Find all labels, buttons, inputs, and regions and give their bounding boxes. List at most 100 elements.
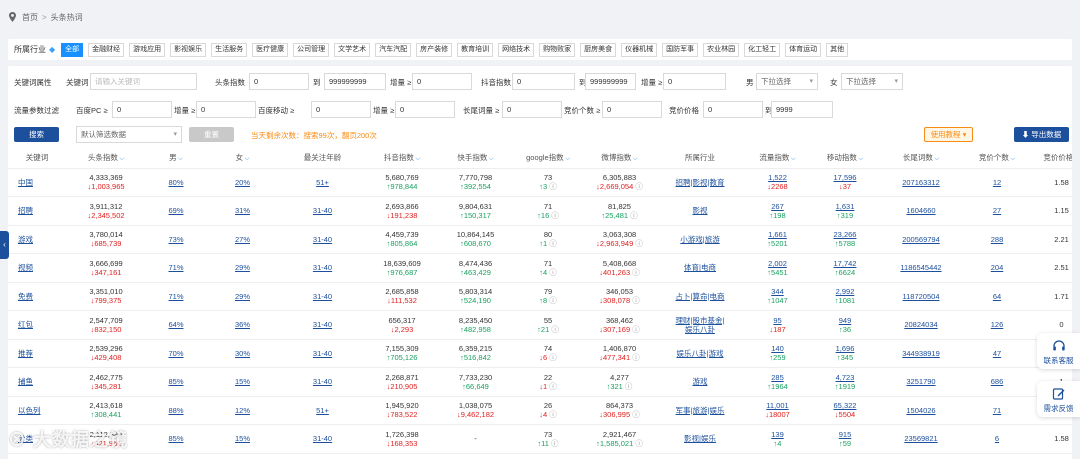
industry-tag[interactable]: 金融财经 [88, 42, 125, 57]
male-link[interactable]: 64% [168, 320, 183, 329]
mobile-link[interactable]: 23,266 [811, 230, 879, 239]
longtail-link[interactable]: 1604660 [906, 206, 935, 215]
toutiao-max-input[interactable]: 999999999 [324, 73, 386, 90]
female-link[interactable]: 36% [235, 320, 250, 329]
keyword-link[interactable]: 捕鱼 [18, 377, 33, 386]
female-link[interactable]: 15% [235, 377, 250, 386]
longtail-link[interactable]: 1504026 [906, 406, 935, 415]
bid-count-link[interactable]: 204 [991, 263, 1004, 272]
reset-button[interactable]: 重置 [189, 127, 234, 142]
mobile-link[interactable]: 4,723 [811, 373, 879, 382]
longtail-link[interactable]: 118720504 [903, 292, 940, 301]
male-link[interactable]: 69% [168, 206, 183, 215]
traffic-link[interactable]: 95 [744, 316, 811, 325]
keyword-link[interactable]: 免费 [18, 292, 33, 301]
age-link[interactable]: 31-40 [313, 377, 332, 386]
bid-count-link[interactable]: 288 [991, 235, 1004, 244]
industry-tag[interactable]: 网络技术 [498, 42, 535, 57]
keyword-input[interactable]: 请输入关键词 [90, 73, 197, 90]
industry-tag[interactable]: 生活服务 [211, 42, 248, 57]
bid-price-min-input[interactable]: 0 [703, 101, 763, 118]
male-link[interactable]: 85% [168, 434, 183, 443]
age-link[interactable]: 31-40 [313, 263, 332, 272]
industry-tag[interactable]: 医疗健康 [252, 42, 289, 57]
mobile-link[interactable]: 65,322 [811, 401, 879, 410]
longtail-link[interactable]: 20824034 [904, 320, 937, 329]
industry-link[interactable]: 影视|娱乐 [656, 434, 744, 443]
industry-tag[interactable]: 公司管理 [293, 42, 330, 57]
male-link[interactable]: 80% [168, 178, 183, 187]
industry-tag[interactable]: 仪器机械 [621, 42, 658, 57]
industry-tag[interactable]: 教育培训 [457, 42, 494, 57]
bid-count-link[interactable]: 686 [991, 377, 1004, 386]
keyword-link[interactable]: 招聘 [18, 206, 33, 215]
male-link[interactable]: 73% [168, 235, 183, 244]
keyword-link[interactable]: 推荐 [18, 349, 33, 358]
industry-tag[interactable]: 其他 [826, 42, 849, 57]
industry-tag[interactable]: 化工轻工 [744, 42, 781, 57]
bid-count-link[interactable]: 6 [995, 434, 999, 443]
baidu-mobile-growth-input[interactable]: 0 [395, 101, 455, 118]
industry-link[interactable]: 招聘|影视|教育 [656, 178, 744, 187]
industry-tag[interactable]: 游戏应用 [129, 42, 166, 57]
column-header[interactable]: 流量指数 ⌵ [744, 147, 811, 169]
industry-link[interactable]: 占卜|算命|电商 [656, 292, 744, 301]
longtail-link[interactable]: 23569821 [904, 434, 937, 443]
column-header[interactable]: google指数 ⌵ [513, 147, 583, 169]
industry-tag[interactable]: 农业林园 [703, 42, 740, 57]
bid-count-link[interactable]: 126 [991, 320, 1004, 329]
age-link[interactable]: 31-40 [313, 206, 332, 215]
keyword-link[interactable]: 以色列 [18, 406, 41, 415]
industry-tag[interactable]: 房产装修 [416, 42, 453, 57]
female-link[interactable]: 29% [235, 292, 250, 301]
traffic-link[interactable]: 139 [744, 430, 811, 439]
douyin-max-input[interactable]: 999999999 [585, 73, 636, 90]
mobile-link[interactable]: 915 [811, 430, 879, 439]
column-header[interactable]: 长尾词数 ⌵ [879, 147, 963, 169]
breadcrumb-home[interactable]: 首页 [22, 12, 38, 23]
industry-tag[interactable]: 国防军事 [662, 42, 699, 57]
industry-tag[interactable]: 汽车汽配 [375, 42, 412, 57]
male-select[interactable]: 下拉选择 ▾ [756, 73, 818, 90]
traffic-link[interactable]: 2,002 [744, 259, 811, 268]
column-header[interactable]: 头条指数 ⌵ [66, 147, 146, 169]
traffic-link[interactable]: 1,522 [744, 173, 811, 182]
male-link[interactable]: 85% [168, 377, 183, 386]
male-link[interactable]: 70% [168, 349, 183, 358]
column-header[interactable]: 微博指数 ⌵ [583, 147, 656, 169]
column-header[interactable]: 女 ⌵ [206, 147, 279, 169]
baidu-mobile-input[interactable]: 0 [311, 101, 371, 118]
longtail-link[interactable]: 3251790 [906, 377, 935, 386]
mobile-link[interactable]: 1,696 [811, 344, 879, 353]
industry-link[interactable]: 娱乐八卦 [656, 325, 744, 334]
male-link[interactable]: 71% [168, 292, 183, 301]
default-filter-select[interactable]: 默认筛选数据 ▾ [76, 126, 182, 143]
feedback-button[interactable]: 需求反馈 [1037, 381, 1080, 417]
baidu-pc-growth-input[interactable]: 0 [196, 101, 256, 118]
age-link[interactable]: 31-40 [313, 349, 332, 358]
female-link[interactable]: 12% [235, 406, 250, 415]
longtail-input[interactable]: 0 [502, 101, 562, 118]
industry-tag[interactable]: 文学艺术 [334, 42, 371, 57]
age-link[interactable]: 31-40 [313, 235, 332, 244]
mobile-link[interactable]: 1,631 [811, 202, 879, 211]
industry-tag[interactable]: 购物败家 [539, 42, 576, 57]
longtail-link[interactable]: 344938919 [902, 349, 940, 358]
female-link[interactable]: 31% [235, 206, 250, 215]
export-button[interactable]: ⬇ 导出数据 [1014, 127, 1069, 142]
bid-count-link[interactable]: 27 [993, 206, 1001, 215]
douyin-growth-input[interactable]: 0 [663, 73, 726, 90]
traffic-link[interactable]: 11,001 [744, 401, 811, 410]
traffic-link[interactable]: 1,661 [744, 230, 811, 239]
keyword-link[interactable]: 游戏 [18, 235, 33, 244]
traffic-link[interactable]: 285 [744, 373, 811, 382]
industry-link[interactable]: 小游戏|旅游 [656, 235, 744, 244]
toutiao-min-input[interactable]: 0 [249, 73, 309, 90]
industry-tag[interactable]: 厨房美食 [580, 42, 617, 57]
industry-link[interactable]: 娱乐八卦|游戏 [656, 349, 744, 358]
mobile-link[interactable]: 17,742 [811, 259, 879, 268]
traffic-link[interactable]: 140 [744, 344, 811, 353]
column-header[interactable]: 移动指数 ⌵ [811, 147, 879, 169]
female-link[interactable]: 15% [235, 434, 250, 443]
male-link[interactable]: 71% [168, 263, 183, 272]
